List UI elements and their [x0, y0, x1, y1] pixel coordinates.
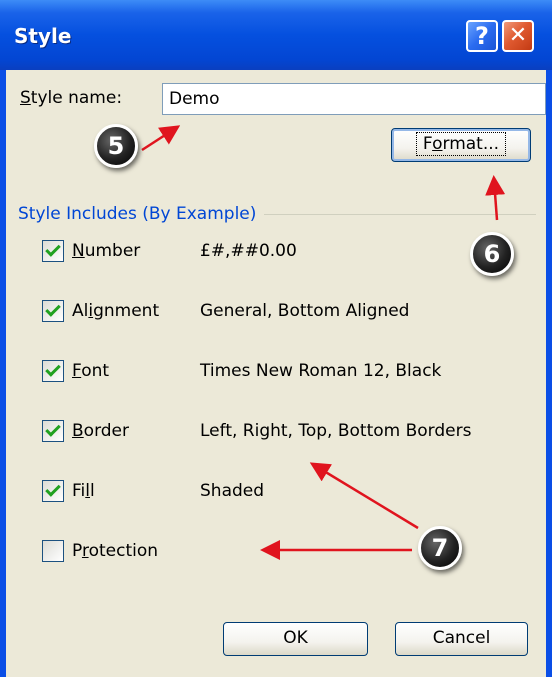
close-icon: ✕: [508, 23, 528, 48]
fill-checkbox[interactable]: [42, 480, 64, 502]
protection-option[interactable]: Protection: [42, 538, 542, 564]
ok-button[interactable]: OK: [223, 622, 368, 656]
check-icon: [45, 301, 61, 317]
help-button[interactable]: ?: [466, 20, 498, 52]
callout-7: 7: [418, 526, 462, 570]
font-option[interactable]: Font Times New Roman 12, Black: [42, 358, 542, 384]
protection-label: Protection: [72, 541, 159, 561]
alignment-option[interactable]: Alignment General, Bottom Aligned: [42, 298, 542, 324]
number-label: Number: [72, 241, 141, 261]
callout-6: 6: [470, 232, 514, 276]
close-button[interactable]: ✕: [502, 20, 534, 52]
alignment-value: General, Bottom Aligned: [200, 301, 410, 321]
border-value: Left, Right, Top, Bottom Borders: [200, 421, 472, 441]
border-label: Border: [72, 421, 130, 441]
dialog-title: Style: [14, 24, 72, 48]
protection-checkbox[interactable]: [42, 540, 64, 562]
check-icon: [45, 361, 61, 377]
fill-value: Shaded: [200, 481, 265, 501]
number-format-value: £#,##0.00: [200, 241, 297, 261]
fill-option[interactable]: Fill Shaded: [42, 478, 542, 504]
fill-label: Fill: [72, 481, 95, 501]
border-option[interactable]: Border Left, Right, Top, Bottom Borders: [42, 418, 542, 444]
callout-5: 5: [94, 124, 138, 168]
question-mark-icon: ?: [475, 22, 489, 50]
number-option[interactable]: Number £#,##0.00: [42, 238, 542, 264]
border-checkbox[interactable]: [42, 420, 64, 442]
font-value: Times New Roman 12, Black: [200, 361, 442, 381]
style-dialog: Style ? ✕ Style name: Demo Format... Sty…: [0, 0, 552, 677]
dialog-body: Style name: Demo Format... Style Include…: [6, 70, 546, 677]
style-name-label: Style name:: [20, 88, 123, 108]
title-bar[interactable]: Style ? ✕: [0, 0, 552, 70]
check-icon: [45, 421, 61, 437]
style-name-input[interactable]: Demo: [162, 83, 546, 115]
alignment-checkbox[interactable]: [42, 300, 64, 322]
cancel-button[interactable]: Cancel: [395, 622, 528, 656]
font-checkbox[interactable]: [42, 360, 64, 382]
number-checkbox[interactable]: [42, 240, 64, 262]
format-button[interactable]: Format...: [391, 128, 531, 162]
group-title: Style Includes (By Example): [18, 204, 265, 224]
alignment-label: Alignment: [72, 301, 160, 321]
check-icon: [45, 481, 61, 497]
font-label: Font: [72, 361, 110, 381]
check-icon: [45, 241, 61, 257]
